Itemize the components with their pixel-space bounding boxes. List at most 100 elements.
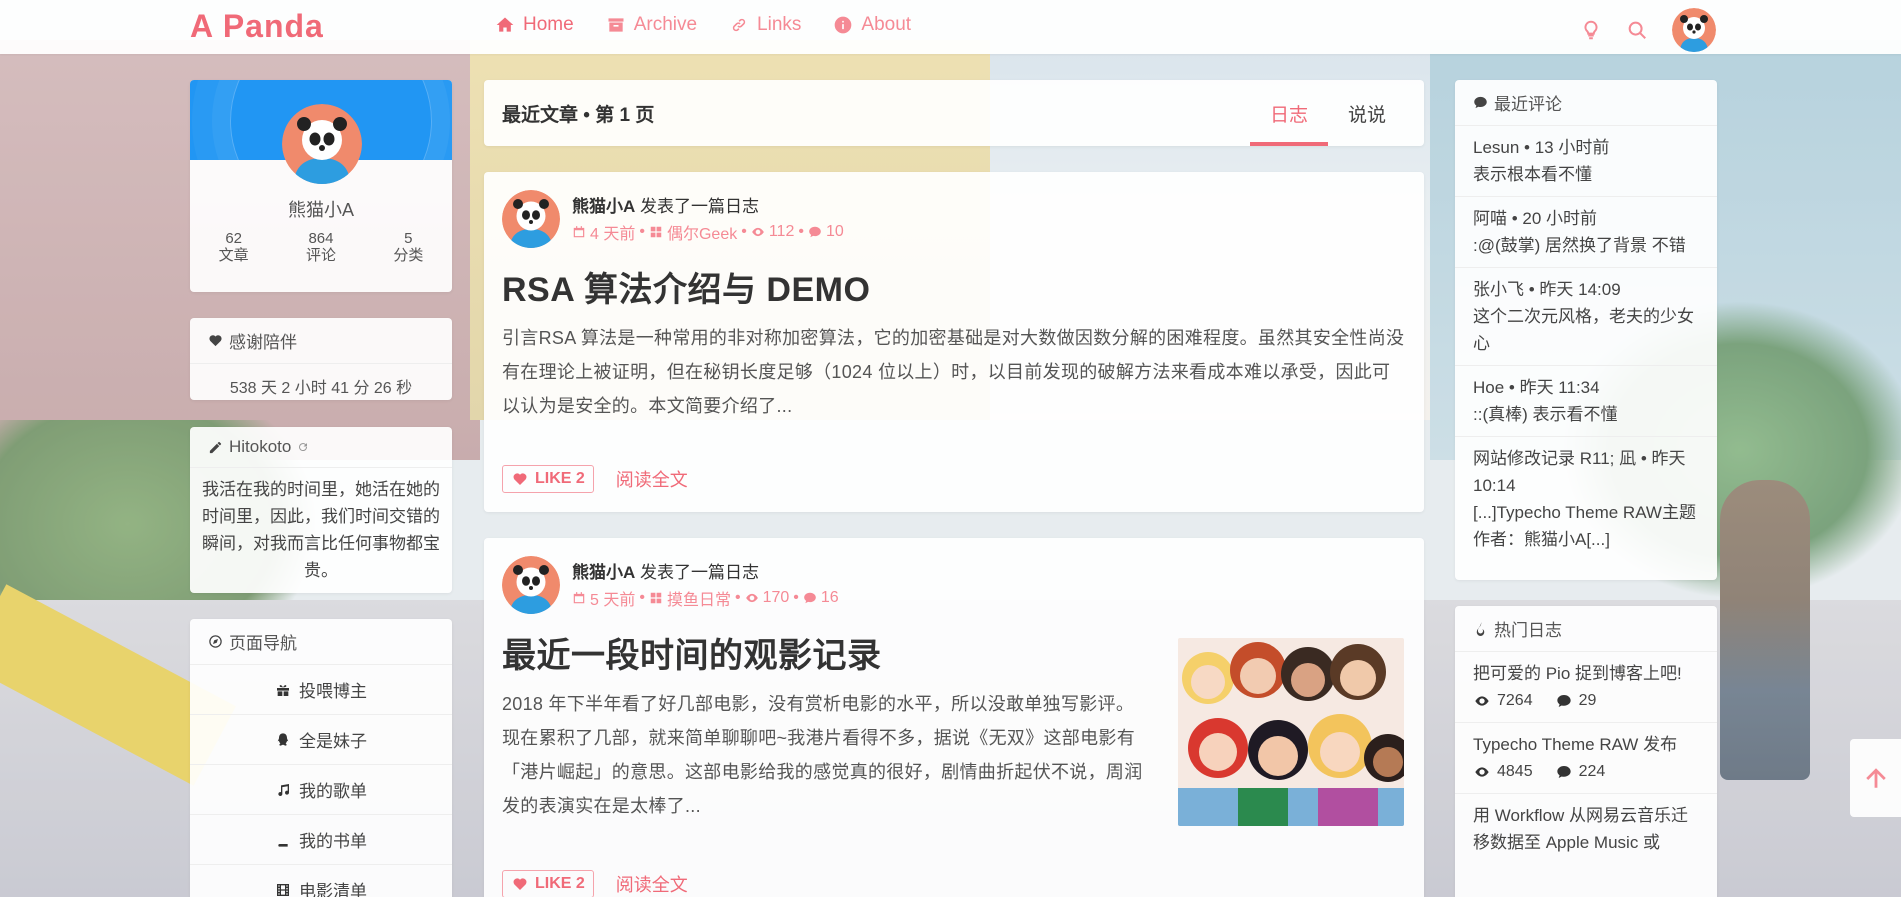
comment-item[interactable]: 张小飞 • 昨天 14:09 这个二次元风格，老夫的少女心 <box>1455 268 1717 366</box>
hot-post-item[interactable]: 把可爱的 Pio 捉到博客上吧! 7264 29 <box>1455 652 1717 723</box>
post-views: 112 <box>768 223 795 240</box>
hot-post-title: Typecho Theme RAW 发布 <box>1473 735 1678 754</box>
read-more-link[interactable]: 阅读全文 <box>616 466 688 492</box>
post-category[interactable]: 偶尔Geek <box>667 220 737 244</box>
nav-label: Links <box>757 14 802 35</box>
eye-icon <box>751 227 764 237</box>
page-nav-films[interactable]: 电影清单 <box>190 865 452 897</box>
qq-icon <box>277 732 289 746</box>
post-views: 170 <box>762 589 790 606</box>
tab-moments[interactable]: 说说 <box>1328 80 1406 146</box>
nav-archive[interactable]: Archive <box>606 14 697 36</box>
comment-head: 张小飞 • 昨天 14:09 <box>1473 280 1621 299</box>
stat-value: 62 <box>225 230 242 247</box>
nav-about[interactable]: About <box>833 14 911 36</box>
page-nav-girls[interactable]: 全是妹子 <box>190 715 452 765</box>
like-button[interactable]: LIKE 2 <box>502 870 594 897</box>
post-title[interactable]: RSA 算法介绍与 DEMO <box>484 248 1424 311</box>
posts-page-title: 最近文章 • 第 1 页 <box>502 104 655 126</box>
comment-item[interactable]: 网站修改记录 R11; 凪 • 昨天 10:14 [...]Typecho Th… <box>1455 437 1717 561</box>
hot-post-comments: 29 <box>1578 692 1597 709</box>
main-nav: Home Archive Links About <box>495 14 911 36</box>
posts-tabs: 日志 说说 <box>1249 80 1406 146</box>
posts-header-card: 最近文章 • 第 1 页 日志 说说 <box>484 80 1424 146</box>
page-nav-books[interactable]: 我的书单 <box>190 815 452 865</box>
tab-journal[interactable]: 日志 <box>1249 80 1328 146</box>
post-author[interactable]: 熊猫小A <box>572 563 635 582</box>
comment-head: Lesun • 13 小时前 <box>1473 138 1610 157</box>
meta-dot: • <box>798 223 804 240</box>
nav-home[interactable]: Home <box>495 14 574 36</box>
page-nav-donate[interactable]: 投喂博主 <box>190 665 452 715</box>
heart-icon <box>513 473 527 485</box>
heart-icon <box>513 878 527 890</box>
comment-head: 阿喵 • 20 小时前 <box>1473 209 1598 228</box>
comment-body: ::(真棒) 表示看不懂 <box>1473 405 1618 424</box>
comment-head: 网站修改记录 R11; 凪 • 昨天 10:14 <box>1473 449 1686 495</box>
search-icon[interactable] <box>1626 19 1648 41</box>
category-grid-icon <box>650 226 662 238</box>
comment-item[interactable]: Lesun • 13 小时前 表示根本看不懂 <box>1455 126 1717 197</box>
home-icon <box>496 17 514 32</box>
author-avatar[interactable] <box>502 190 560 248</box>
post-thumbnail[interactable] <box>1178 638 1404 826</box>
back-to-top-button[interactable] <box>1850 739 1901 817</box>
comment-icon <box>804 592 816 604</box>
category-grid-icon <box>650 592 662 604</box>
post-time: 4 天前 <box>590 226 636 243</box>
uptime-text: 538 天 2 小时 41 分 26 秒 <box>229 380 413 397</box>
lightbulb-icon[interactable] <box>1580 19 1602 41</box>
comment-item[interactable]: Hoe • 昨天 11:34 ::(真棒) 表示看不懂 <box>1455 366 1717 437</box>
hot-posts-card: 热门日志 把可爱的 Pio 捉到博客上吧! 7264 29 Typecho Th… <box>1455 606 1717 897</box>
comment-item[interactable]: 阿喵 • 20 小时前 :@(鼓掌) 居然换了背景 不错 <box>1455 197 1717 268</box>
comment-body: 这个二次元风格，老夫的少女心 <box>1473 307 1694 353</box>
uptime-card: 感谢陪伴 538 天 2 小时 41 分 26 秒 <box>190 318 452 400</box>
post-category[interactable]: 摸鱼日常 <box>667 586 731 610</box>
page-nav-title: 页面导航 <box>229 634 297 653</box>
post-comment-count: 10 <box>825 223 844 240</box>
calendar-icon <box>573 592 585 604</box>
profile-stats: 62 文章 864 评论 5 分类 <box>190 230 452 264</box>
author-avatar[interactable] <box>502 556 560 614</box>
post-author[interactable]: 熊猫小A <box>572 197 635 216</box>
uptime-header: 感谢陪伴 <box>190 318 452 364</box>
comment-body: :@(鼓掌) 居然换了背景 不错 <box>1473 236 1686 255</box>
comment-icon <box>1556 694 1571 707</box>
meta-dot: • <box>639 589 645 606</box>
nav-label: Home <box>523 14 574 35</box>
hitokoto-card: Hitokoto 我活在我的时间里，她活在她的时间里，因此，我们时间交错的瞬间，… <box>190 427 452 593</box>
page-nav-label: 电影清单 <box>299 882 367 897</box>
meta-dot: • <box>734 589 741 606</box>
site-brand[interactable]: A Panda <box>190 8 324 45</box>
read-more-link[interactable]: 阅读全文 <box>616 871 688 897</box>
calendar-icon <box>573 226 585 238</box>
uptime-title: 感谢陪伴 <box>229 333 297 352</box>
like-button[interactable]: LIKE 2 <box>502 465 594 493</box>
hitokoto-title: Hitokoto <box>229 437 292 456</box>
top-navbar: A Panda Home Archive Links About <box>0 0 1901 54</box>
refresh-icon[interactable] <box>297 441 309 453</box>
post-title[interactable]: 最近一段时间的观影记录 <box>484 614 1164 677</box>
hot-post-comments: 224 <box>1578 763 1606 780</box>
hitokoto-header: Hitokoto <box>190 427 452 468</box>
eye-icon <box>1475 695 1489 706</box>
pencil-icon <box>209 441 222 453</box>
hot-post-item[interactable]: Typecho Theme RAW 发布 4845 224 <box>1455 723 1717 794</box>
comment-body: 表示根本看不懂 <box>1473 165 1592 184</box>
hot-post-title: 用 Workflow 从网易云音乐迁移数据至 Apple Music 或 <box>1473 806 1689 852</box>
hot-post-stats: 7264 29 <box>1473 687 1699 714</box>
stat-categories: 5 分类 <box>393 230 423 264</box>
nav-links[interactable]: Links <box>729 14 801 36</box>
comment-icon <box>809 226 821 238</box>
hot-post-item[interactable]: 用 Workflow 从网易云音乐迁移数据至 Apple Music 或 <box>1455 794 1717 864</box>
comment-icon <box>1474 96 1487 109</box>
arrow-up-icon <box>1865 768 1886 788</box>
link-icon <box>732 18 746 32</box>
meta-dot: • <box>793 589 799 606</box>
profile-avatar[interactable] <box>282 104 362 184</box>
page-nav-music[interactable]: 我的歌单 <box>190 765 452 815</box>
eye-icon <box>1475 766 1489 777</box>
heart-icon <box>209 335 222 347</box>
user-avatar[interactable] <box>1672 8 1716 52</box>
book-icon <box>278 832 288 847</box>
